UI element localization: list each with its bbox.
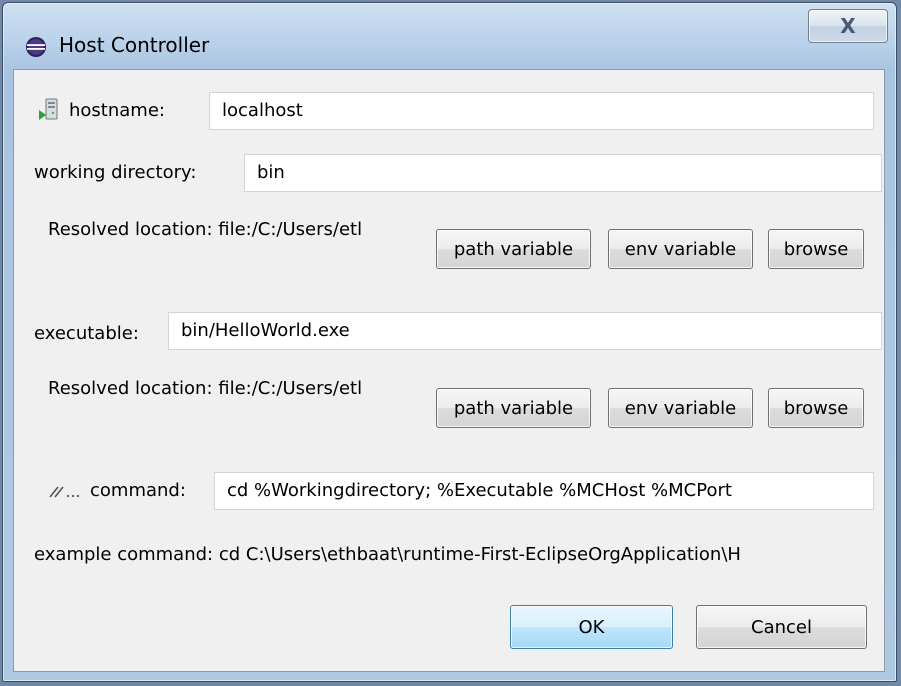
working-directory-resolved-location: Resolved location: file:/C:/Users/etl (48, 219, 363, 240)
working-directory-path-variable-button[interactable]: path variable (436, 229, 591, 269)
working-directory-browse-button[interactable]: browse (768, 229, 864, 269)
host-controller-dialog: Host Controller X hostname: localhost wo… (2, 2, 897, 682)
ok-button[interactable]: OK (510, 605, 673, 649)
executable-input[interactable]: bin/HelloWorld.exe (168, 312, 882, 350)
executable-resolved-location: Resolved location: file:/C:/Users/etl (48, 378, 363, 399)
title-bar[interactable]: Host Controller X (3, 3, 896, 69)
command-input[interactable]: cd %Workingdirectory; %Executable %MCHos… (214, 472, 874, 510)
host-server-icon (39, 98, 58, 120)
window-title: Host Controller (59, 33, 210, 57)
executable-label: executable: (34, 323, 139, 344)
close-icon: X (840, 14, 856, 38)
dialog-content: hostname: localhost working directory: b… (13, 69, 885, 672)
command-line-icon (49, 486, 80, 498)
working-directory-input[interactable]: bin (244, 154, 882, 192)
cancel-button[interactable]: Cancel (696, 605, 867, 649)
executable-browse-button[interactable]: browse (768, 388, 864, 428)
eclipse-icon (26, 37, 46, 57)
working-directory-label: working directory: (34, 162, 197, 183)
executable-path-variable-button[interactable]: path variable (436, 388, 591, 428)
hostname-input[interactable]: localhost (209, 92, 874, 130)
executable-env-variable-button[interactable]: env variable (608, 388, 753, 428)
example-command-text: example command: cd C:\Users\ethbaat\run… (34, 544, 741, 565)
close-button[interactable]: X (808, 9, 888, 43)
working-directory-env-variable-button[interactable]: env variable (608, 229, 753, 269)
command-label: command: (90, 480, 186, 501)
hostname-label: hostname: (69, 100, 165, 121)
